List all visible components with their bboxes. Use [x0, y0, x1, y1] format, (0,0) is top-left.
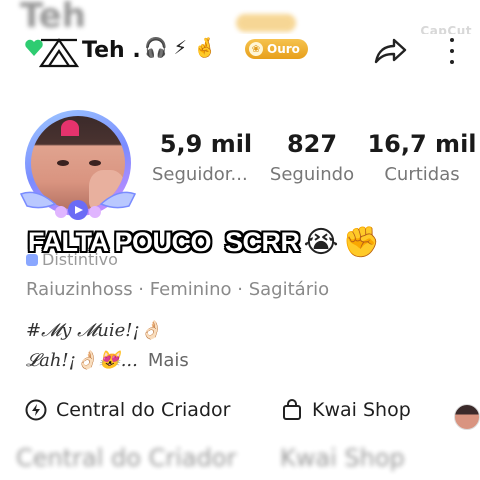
ghost-header-text: Teh	[20, 0, 86, 34]
avatar[interactable]	[15, 102, 141, 228]
frame-wings-icon	[19, 191, 137, 220]
caption-text: FALTA POUCO SCRR	[28, 226, 300, 257]
profile-header: Teh . 🎧 ⚡ 🤞 ❀ Ouro	[0, 34, 480, 70]
ghost-kwai-shop: Kwai Shop	[280, 444, 405, 472]
bio-line-2-text: 𝓛ah!¡👌🏻😻...	[26, 350, 138, 371]
headphones-icon: 🎧	[144, 37, 168, 59]
more-bio-link[interactable]: Mais	[148, 350, 189, 371]
gold-badge[interactable]: ❀ Ouro	[245, 39, 308, 59]
ghost-header: Teh	[0, 0, 480, 34]
badge-label: Ouro	[267, 42, 300, 56]
likes-count: 16,7 mil	[367, 130, 477, 158]
ghost-actions: Central do Criador Kwai Shop	[0, 440, 480, 480]
bio-line-1: #𝓜y 𝓜uie!¡👌🏻	[26, 320, 163, 341]
raised-fist-icon: ✊	[342, 224, 380, 260]
lightning-icon: ⚡	[173, 36, 188, 59]
creator-center-button[interactable]: Central do Criador	[24, 398, 230, 422]
coin-icon: ❀	[249, 42, 263, 56]
creator-center-label: Central do Criador	[56, 399, 231, 421]
crossed-fingers-icon: 🤞	[193, 37, 217, 59]
profile-info-line: Raiuzinhoss · Feminino · Sagitário	[26, 279, 330, 300]
mini-avatar[interactable]	[454, 404, 480, 430]
following-count: 827	[286, 130, 338, 158]
followers-label: Seguidor...	[152, 164, 248, 185]
followers-count: 5,9 mil	[159, 130, 253, 158]
crying-face-icon: 😭	[303, 224, 339, 260]
username: Teh .	[82, 38, 141, 63]
kwai-shop-button[interactable]: Kwai Shop	[280, 398, 411, 422]
following-label: Seguindo	[269, 164, 355, 185]
followers-stat[interactable]: 5,9 mil Seguidor...	[152, 130, 260, 185]
kwai-shop-label: Kwai Shop	[312, 399, 411, 421]
bio-line-2: 𝓛ah!¡👌🏻😻... Mais	[26, 350, 189, 371]
more-icon[interactable]	[444, 38, 460, 64]
following-stat[interactable]: 827 Seguindo	[262, 130, 362, 185]
likes-stat[interactable]: 16,7 mil Curtidas	[364, 130, 480, 185]
profile-actions: Central do Criador Kwai Shop	[0, 398, 480, 434]
caption-overlay: FALTA POUCO SCRR 😭 ✊	[28, 222, 380, 262]
shopping-bag-icon	[283, 399, 301, 420]
ghost-creator-center: Central do Criador	[16, 444, 237, 472]
creator-center-icon	[25, 399, 47, 421]
triangle-logo-icon	[38, 38, 80, 68]
ghost-badge	[236, 14, 296, 32]
profile-stats: 5,9 mil Seguidor... 827 Seguindo 16,7 mi…	[152, 130, 480, 200]
username-emojis: 🎧 ⚡ 🤞	[144, 36, 217, 60]
share-icon[interactable]	[372, 36, 408, 68]
likes-label: Curtidas	[384, 164, 460, 185]
